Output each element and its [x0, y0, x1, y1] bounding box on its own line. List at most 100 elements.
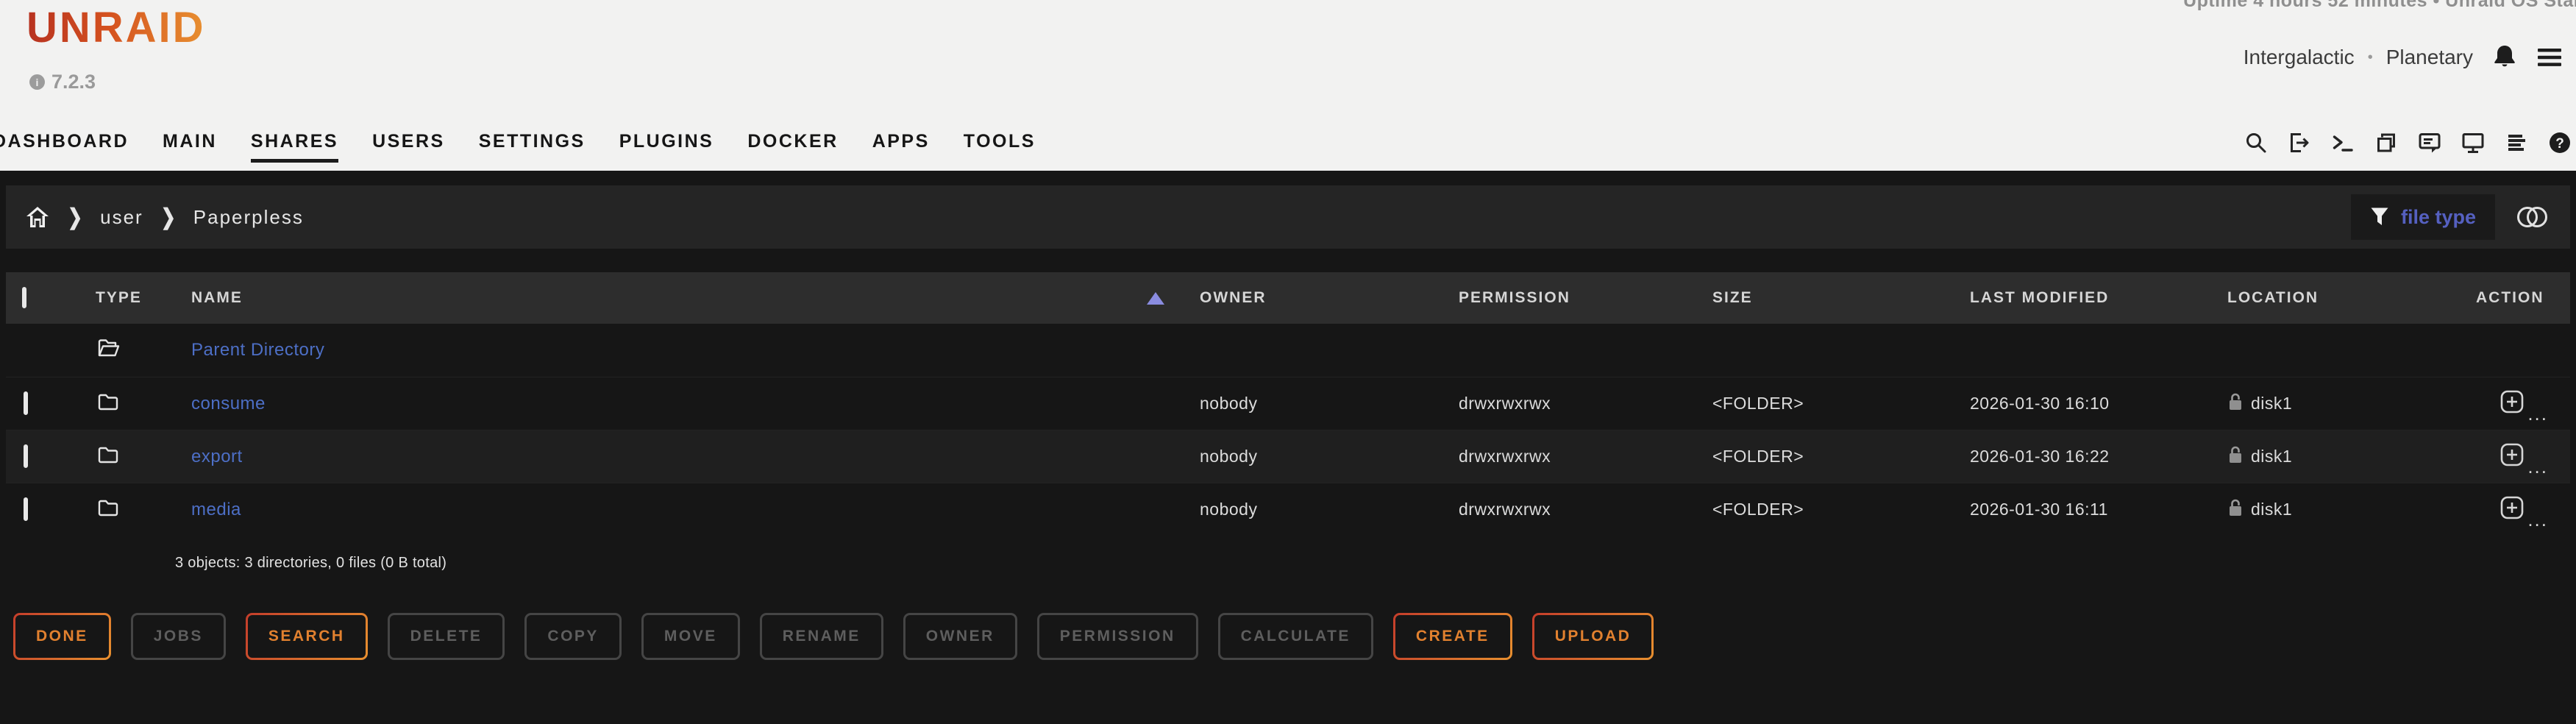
more-ellipsis: ...	[2527, 461, 2548, 472]
row-actions-button[interactable]: ...	[2460, 389, 2570, 419]
breadcrumb-chevron-icon: ❯	[161, 204, 176, 230]
size-value: <FOLDER>	[1696, 447, 1954, 466]
move-button[interactable]: MOVE	[641, 613, 740, 660]
table-row-media: media nobody drwxrwxrwx <FOLDER> 2026-01…	[6, 483, 2570, 536]
lock-icon	[2227, 444, 2244, 469]
lock-icon	[2227, 391, 2244, 416]
column-header-location[interactable]: LOCATION	[2211, 289, 2460, 307]
row-checkbox[interactable]	[24, 444, 28, 468]
main-navigation: DASHBOARD MAIN SHARES USERS SETTINGS PLU…	[0, 131, 1036, 163]
modified-value: 2026-01-30 16:11	[1954, 500, 2211, 519]
calculate-button[interactable]: CALCULATE	[1218, 613, 1373, 660]
sort-ascending-icon[interactable]	[1147, 292, 1164, 305]
display-icon[interactable]	[2461, 131, 2485, 155]
table-row-export: export nobody drwxrwxrwx <FOLDER> 2026-0…	[6, 430, 2570, 483]
column-header-last-modified[interactable]: LAST MODIFIED	[1954, 289, 2211, 307]
more-ellipsis: ...	[2527, 408, 2548, 419]
row-actions-button[interactable]: ...	[2460, 442, 2570, 472]
jobs-button[interactable]: JOBS	[131, 613, 226, 660]
hamburger-menu-icon[interactable]	[2536, 46, 2563, 68]
breadcrumb: ❯ user ❯ Paperpless file type	[6, 185, 2570, 249]
svg-text:?: ?	[2555, 136, 2564, 152]
nav-item-users[interactable]: USERS	[372, 131, 445, 159]
copy-icon[interactable]	[2374, 131, 2398, 155]
breadcrumb-segment-user[interactable]: user	[100, 206, 143, 229]
row-checkbox[interactable]	[24, 497, 28, 521]
version-info-icon: i	[29, 74, 45, 90]
folder-link-export[interactable]: export	[191, 447, 243, 466]
modified-value: 2026-01-30 16:10	[1954, 394, 2211, 414]
expand-plus-icon	[2499, 442, 2525, 472]
folder-icon	[97, 502, 119, 521]
row-actions-button[interactable]: ...	[2460, 495, 2570, 525]
nav-item-apps[interactable]: APPS	[872, 131, 930, 159]
table-row-consume: consume nobody drwxrwxrwx <FOLDER> 2026-…	[6, 377, 2570, 430]
search-button[interactable]: SEARCH	[246, 613, 368, 660]
permission-button[interactable]: PERMISSION	[1037, 613, 1198, 660]
nav-item-docker[interactable]: DOCKER	[747, 131, 838, 159]
folder-link-consume[interactable]: consume	[191, 394, 266, 414]
view-toggle-icon[interactable]	[2514, 204, 2551, 230]
logs-icon[interactable]	[2505, 131, 2528, 155]
location-value: disk1	[2251, 500, 2292, 519]
search-icon[interactable]	[2244, 131, 2268, 155]
table-row-parent-directory: Parent Directory	[6, 324, 2570, 377]
lock-icon	[2227, 497, 2244, 522]
permission-value: drwxrwxrwx	[1442, 394, 1696, 414]
server-name: Intergalactic	[2244, 46, 2355, 69]
column-header-owner[interactable]: OWNER	[1184, 289, 1442, 307]
nav-item-settings[interactable]: SETTINGS	[479, 131, 586, 159]
location-value: disk1	[2251, 394, 2292, 414]
row-checkbox[interactable]	[24, 391, 28, 415]
help-icon[interactable]: ?	[2548, 131, 2572, 155]
breadcrumb-chevron-icon: ❯	[68, 204, 82, 230]
rename-button[interactable]: RENAME	[760, 613, 883, 660]
nav-item-dashboard[interactable]: DASHBOARD	[0, 131, 129, 159]
modified-value: 2026-01-30 16:22	[1954, 447, 2211, 466]
upload-button[interactable]: UPLOAD	[1532, 613, 1654, 660]
header-band: Uptime 4 hours 52 minutes • Unraid OS St…	[0, 0, 2576, 171]
file-type-filter-label: file type	[2401, 206, 2476, 229]
file-type-filter[interactable]: file type	[2351, 194, 2495, 240]
file-browser: ❯ user ❯ Paperpless file type TYPE NAME	[0, 171, 2576, 724]
version-indicator: i 7.2.3	[29, 71, 96, 93]
folder-icon	[97, 396, 119, 415]
server-identity: Intergalactic • Planetary	[2244, 46, 2473, 69]
column-header-type[interactable]: TYPE	[79, 289, 175, 307]
feedback-icon[interactable]	[2418, 131, 2441, 155]
home-icon[interactable]	[25, 205, 50, 229]
owner-value: nobody	[1184, 447, 1442, 466]
terminal-icon[interactable]	[2331, 131, 2355, 155]
column-header-action[interactable]: ACTION	[2460, 289, 2570, 307]
owner-button[interactable]: OWNER	[903, 613, 1017, 660]
folder-open-icon	[97, 343, 121, 362]
more-ellipsis: ...	[2527, 514, 2548, 525]
column-header-name[interactable]: NAME	[191, 289, 243, 307]
copy-button[interactable]: COPY	[524, 613, 622, 660]
nav-item-main[interactable]: MAIN	[163, 131, 217, 159]
object-count-summary: 3 objects: 3 directories, 0 files (0 B t…	[175, 555, 2576, 572]
column-header-permission[interactable]: PERMISSION	[1442, 289, 1696, 307]
delete-button[interactable]: DELETE	[388, 613, 505, 660]
nav-item-shares[interactable]: SHARES	[251, 131, 338, 163]
size-value: <FOLDER>	[1696, 394, 1954, 414]
permission-value: drwxrwxrwx	[1442, 500, 1696, 519]
select-all-checkbox[interactable]	[22, 287, 26, 308]
signout-icon[interactable]	[2288, 131, 2311, 155]
folder-link-media[interactable]: media	[191, 500, 241, 519]
unraid-logo: UNRAID	[26, 3, 206, 52]
done-button[interactable]: DONE	[13, 613, 111, 660]
expand-plus-icon	[2499, 389, 2525, 419]
nav-item-tools[interactable]: TOOLS	[964, 131, 1036, 159]
column-header-size[interactable]: SIZE	[1696, 289, 1954, 307]
breadcrumb-segment-paperpless[interactable]: Paperpless	[193, 206, 304, 229]
location-value: disk1	[2251, 447, 2292, 466]
toolbar-buttons: DONE JOBS SEARCH DELETE COPY MOVE RENAME…	[13, 613, 2576, 660]
notifications-bell-icon[interactable]	[2492, 44, 2517, 71]
nav-item-plugins[interactable]: PLUGINS	[619, 131, 714, 159]
version-number: 7.2.3	[51, 71, 96, 93]
owner-value: nobody	[1184, 500, 1442, 519]
funnel-filter-icon	[2370, 207, 2389, 227]
parent-directory-link[interactable]: Parent Directory	[191, 340, 324, 360]
create-button[interactable]: CREATE	[1393, 613, 1512, 660]
